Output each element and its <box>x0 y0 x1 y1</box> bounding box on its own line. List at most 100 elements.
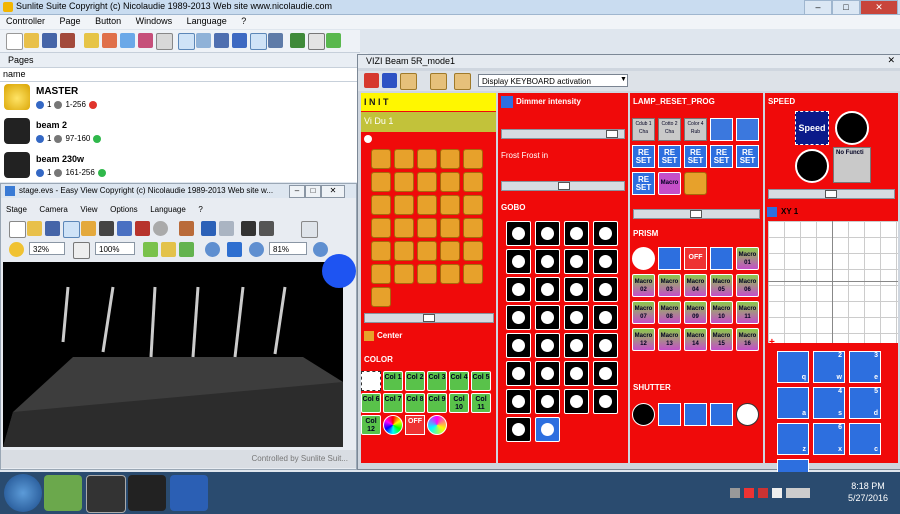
chevron-down-icon[interactable]: ▼ <box>620 76 627 83</box>
init-button[interactable] <box>463 264 483 284</box>
color-wheel-button[interactable] <box>383 415 403 435</box>
gobo-button[interactable] <box>564 249 589 274</box>
lamp-button[interactable]: Cdub 1 Cha <box>632 118 655 141</box>
arrow-key-button[interactable]: s4 <box>813 387 845 419</box>
init-button[interactable] <box>417 149 437 169</box>
page-icon[interactable] <box>156 33 173 50</box>
gobo-button[interactable] <box>593 305 618 330</box>
color-button[interactable]: Col 4 <box>449 371 469 391</box>
reset-button[interactable]: RE SET <box>632 145 655 168</box>
init-button[interactable] <box>371 195 391 215</box>
slider-knob[interactable] <box>423 314 435 322</box>
monitor-icon[interactable] <box>268 33 283 48</box>
gobo-button[interactable] <box>564 333 589 358</box>
maximize-button[interactable]: □ <box>305 185 321 198</box>
macro-button[interactable]: Macro 09 <box>684 301 707 324</box>
ball-icon[interactable] <box>153 221 168 236</box>
gobo-button[interactable] <box>535 417 560 442</box>
gobo-button[interactable] <box>535 221 560 246</box>
start-button[interactable] <box>4 474 42 512</box>
color-button[interactable]: Col 9 <box>427 393 447 413</box>
gobo-button[interactable] <box>564 305 589 330</box>
new-icon[interactable] <box>6 33 23 50</box>
shutter-closed-button[interactable] <box>632 403 655 426</box>
init-button[interactable] <box>371 172 391 192</box>
bulb-on-button[interactable] <box>710 118 733 141</box>
zoom-plus-icon[interactable] <box>313 242 328 257</box>
color-button[interactable]: Col 8 <box>405 393 425 413</box>
init-button[interactable] <box>440 264 460 284</box>
sequence-icon[interactable] <box>102 33 117 48</box>
close-button[interactable]: ✕ <box>860 0 898 15</box>
arrow-key-button[interactable]: e3 <box>849 351 881 383</box>
fixture-icon[interactable] <box>214 33 229 48</box>
vizi-icon[interactable] <box>250 33 267 50</box>
page-item-beam-2[interactable]: beam 2 1 97-160 <box>0 116 358 148</box>
page-item-master[interactable]: MASTER 1 1-256 <box>0 82 358 114</box>
color-button[interactable]: Col 3 <box>427 371 447 391</box>
reset-button[interactable]: RE SET <box>736 145 759 168</box>
zoom-select-2[interactable]: 100% <box>95 242 135 255</box>
slider-knob[interactable] <box>606 130 618 138</box>
gobo-button[interactable] <box>506 361 531 386</box>
bulb-off-button[interactable] <box>736 118 759 141</box>
init-button[interactable] <box>417 172 437 192</box>
init-button[interactable] <box>417 218 437 238</box>
reset-button[interactable]: RE SET <box>632 172 655 195</box>
init-button[interactable] <box>440 149 460 169</box>
menu-help[interactable]: ? <box>193 205 207 214</box>
init-button[interactable] <box>417 241 437 261</box>
macro-button[interactable]: Macro 06 <box>736 274 759 297</box>
name-column-header[interactable]: name <box>0 68 363 82</box>
save-icon[interactable] <box>42 33 57 48</box>
lamp-slider[interactable] <box>633 209 760 219</box>
shutter-random-button[interactable] <box>710 403 733 426</box>
mirror-icon[interactable] <box>73 242 90 259</box>
pen-icon[interactable] <box>63 221 80 238</box>
gobo-button[interactable] <box>535 389 560 414</box>
open-icon[interactable] <box>27 221 42 236</box>
gobo-button[interactable] <box>506 305 531 330</box>
init-button[interactable] <box>463 241 483 261</box>
prism-rotate-button[interactable] <box>658 247 681 270</box>
undo-icon[interactable] <box>201 221 216 236</box>
minimize-button[interactable]: – <box>289 185 305 198</box>
pencil-icon[interactable] <box>179 242 194 257</box>
spot-icon[interactable] <box>135 221 150 236</box>
color-white-button[interactable] <box>361 371 381 391</box>
menu-language[interactable]: Language <box>181 15 233 27</box>
color-button[interactable]: Col 12 <box>361 415 381 435</box>
color-button[interactable]: Col 1 <box>383 371 403 391</box>
palette-icon[interactable] <box>364 73 379 88</box>
palette-icon[interactable] <box>179 221 194 236</box>
gobo-button[interactable] <box>506 249 531 274</box>
macro-button[interactable]: Macro 08 <box>658 301 681 324</box>
init-button[interactable] <box>463 218 483 238</box>
menu-options[interactable]: Options <box>105 205 143 214</box>
color-button[interactable]: Col 5 <box>471 371 491 391</box>
init-button[interactable] <box>440 218 460 238</box>
init-button[interactable] <box>371 264 391 284</box>
slider-knob[interactable] <box>690 210 702 218</box>
init-button[interactable] <box>463 172 483 192</box>
menu-language[interactable]: Language <box>145 205 191 214</box>
gobo-button[interactable] <box>506 417 531 442</box>
init-button[interactable] <box>440 172 460 192</box>
shutter-strobe-button[interactable] <box>658 403 681 426</box>
arrow-key-button[interactable]: x6 <box>813 423 845 455</box>
speed-slider[interactable] <box>768 189 895 199</box>
macro-button[interactable]: Macro 07 <box>632 301 655 324</box>
gobo-button[interactable] <box>535 249 560 274</box>
init-button[interactable] <box>417 264 437 284</box>
word-task-icon[interactable] <box>170 475 208 511</box>
new-icon[interactable] <box>9 221 26 238</box>
gobo-button[interactable] <box>564 221 589 246</box>
color-button[interactable]: Col 2 <box>405 371 425 391</box>
init-button[interactable] <box>371 218 391 238</box>
macro-button[interactable]: Macro 11 <box>736 301 759 324</box>
macro-button[interactable]: Macro <box>658 172 681 195</box>
init-button[interactable] <box>394 149 414 169</box>
gobo-button[interactable] <box>593 221 618 246</box>
menu-button[interactable]: Button <box>89 15 127 27</box>
macro-button[interactable]: Macro 03 <box>658 274 681 297</box>
